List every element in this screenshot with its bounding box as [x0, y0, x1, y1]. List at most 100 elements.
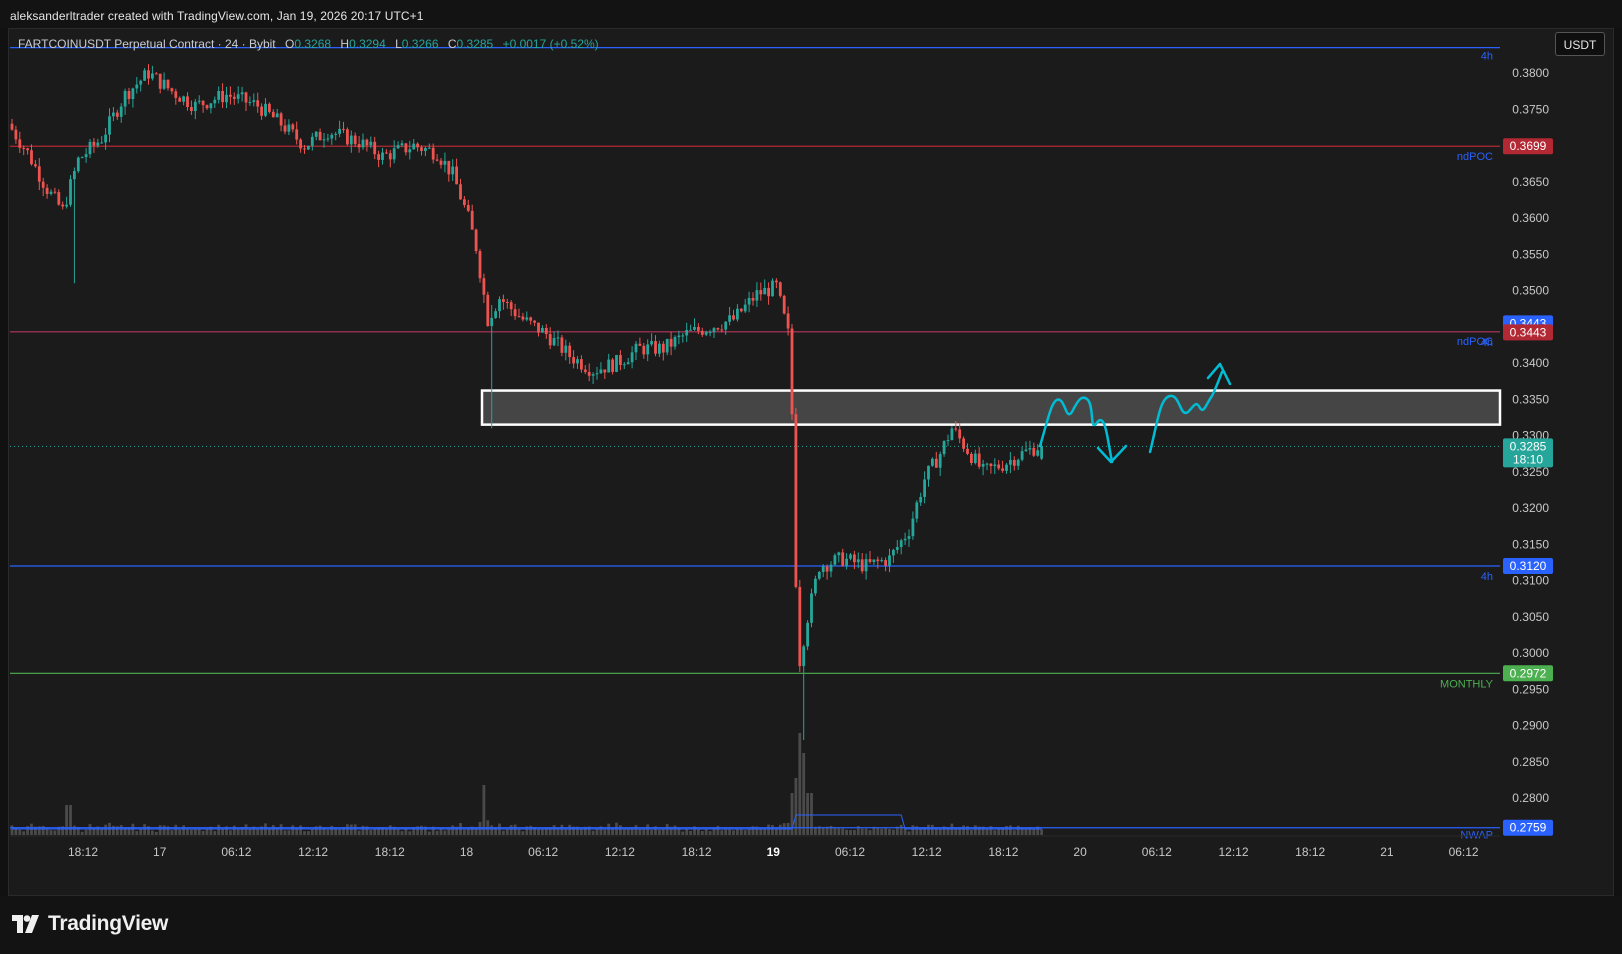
volume-bar: [73, 825, 76, 835]
candle-body: [790, 328, 794, 415]
candle-body: [743, 304, 747, 312]
candle-body: [1036, 450, 1040, 456]
candle-body: [381, 152, 384, 160]
y-tick-label: 0.2900: [1512, 719, 1549, 733]
candle-body: [810, 593, 813, 623]
candle-body: [119, 106, 123, 117]
candle-body: [151, 73, 154, 79]
y-tick-label: 0.3000: [1512, 646, 1549, 660]
volume-bar: [700, 831, 704, 835]
volume-bar: [849, 829, 852, 835]
candle-body: [654, 341, 657, 354]
candle-body: [693, 326, 696, 330]
volume-bar: [338, 829, 341, 835]
candle-body: [127, 90, 131, 99]
volume-bar: [178, 829, 182, 835]
candle-body: [568, 345, 572, 358]
candle-body: [541, 327, 544, 333]
currency-button[interactable]: USDT: [1555, 32, 1605, 56]
candle-body: [209, 103, 213, 109]
candle-body: [806, 622, 809, 647]
candle-body: [587, 371, 591, 376]
volume-bar: [517, 829, 521, 835]
candle-body: [131, 88, 135, 99]
volume-bar: [658, 829, 661, 835]
volume-bar: [802, 753, 806, 835]
price-badge-text: 0.3699: [1510, 139, 1547, 153]
candle-body: [388, 153, 392, 160]
volume-bar: [135, 831, 139, 835]
countdown-text: 18:10: [1513, 452, 1543, 466]
candle-body: [599, 369, 603, 374]
candle-body: [84, 154, 88, 158]
candle-body: [931, 458, 934, 466]
volume-bar: [310, 828, 314, 835]
x-tick-label: 12:12: [298, 845, 328, 859]
candle-body: [498, 299, 501, 312]
candle-body: [962, 438, 965, 449]
candle-body: [400, 143, 404, 146]
volume-bar: [88, 824, 92, 835]
volume-bar: [1012, 830, 1016, 835]
candle-body: [420, 147, 423, 151]
volume-bar: [1040, 829, 1043, 835]
volume-bar: [229, 830, 232, 835]
candle-body: [716, 328, 720, 330]
candle-body: [244, 92, 248, 103]
volume-bar: [217, 824, 221, 835]
candle-body: [970, 453, 973, 463]
candle-body: [1001, 468, 1004, 471]
price-badge-text: 0.2759: [1510, 821, 1547, 835]
candle-body: [232, 96, 236, 99]
candle-body: [630, 352, 634, 363]
open-label: O: [285, 37, 295, 51]
candle-body: [611, 359, 614, 372]
candle-body: [712, 328, 716, 333]
price-chart[interactable]: 4hndPOC4hndPOC4hMONTHLYNWAP0.38000.37500…: [0, 0, 1622, 896]
volume-bar: [973, 825, 977, 835]
volume-bar: [353, 824, 357, 835]
candle-body: [283, 125, 287, 132]
candle-body: [361, 139, 365, 148]
volume-bar: [899, 824, 903, 835]
volume-bar: [213, 831, 217, 835]
candle-body: [814, 578, 817, 594]
x-tick-label: 20: [1073, 845, 1087, 859]
volume-bar: [767, 824, 770, 835]
price-badge-text: 0.3285: [1510, 439, 1547, 453]
candle-body: [728, 315, 731, 322]
candle-body: [412, 143, 416, 150]
volume-bar: [490, 825, 494, 835]
volume-bar: [205, 829, 209, 835]
candle-body: [658, 343, 661, 354]
candle-body: [69, 179, 72, 205]
candle-body: [307, 145, 310, 150]
volume-bar: [665, 824, 669, 835]
volume-bar: [646, 824, 650, 835]
candle-body: [439, 160, 443, 165]
candle-body: [626, 362, 630, 365]
candle-body: [463, 199, 466, 206]
candle-body: [576, 359, 579, 364]
volume-bar: [876, 827, 880, 835]
x-tick-label: 21: [1380, 845, 1394, 859]
volume-bar: [396, 829, 400, 835]
candle-body: [182, 96, 185, 102]
candle-body: [404, 143, 408, 153]
volume-bar: [697, 829, 700, 835]
volume-bar: [591, 830, 595, 835]
x-tick-label: 19: [767, 845, 781, 859]
candle-body: [697, 326, 700, 331]
candle-body: [817, 572, 821, 579]
volume-bar: [334, 827, 338, 835]
candle-body: [435, 159, 439, 161]
candle-body: [1024, 449, 1028, 452]
candle-body: [26, 148, 29, 151]
volume-bar: [911, 825, 915, 835]
candle-body: [868, 559, 872, 562]
x-tick-label: 18: [460, 845, 474, 859]
candle-body: [396, 145, 400, 149]
y-tick-label: 0.3200: [1512, 501, 1549, 515]
tradingview-brand[interactable]: TradingView: [12, 912, 168, 936]
candle-body: [431, 147, 435, 160]
